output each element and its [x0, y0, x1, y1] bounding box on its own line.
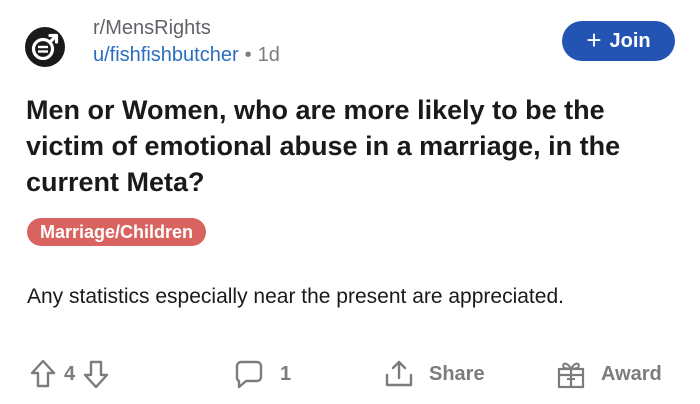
share-icon [383, 358, 415, 390]
comment-count: 1 [280, 362, 292, 385]
share-button[interactable]: Share [383, 357, 485, 391]
post-body: Any statistics especially near the prese… [27, 285, 564, 308]
vote-group: 4 [30, 357, 109, 391]
gift-award-icon [555, 358, 587, 390]
join-button[interactable]: + Join [562, 21, 675, 61]
author-username[interactable]: u/fishfishbutcher [93, 44, 239, 66]
share-label: Share [429, 362, 485, 385]
subreddit-avatar-icon[interactable] [25, 27, 65, 67]
post-header: r/MensRights u/fishfishbutcher • 1d + Join [25, 13, 675, 73]
post-flair[interactable]: Marriage/Children [27, 218, 207, 246]
post-author-line: u/fishfishbutcher • 1d [93, 42, 280, 68]
downvote-arrow-icon[interactable] [83, 359, 109, 389]
post-age: 1d [257, 44, 280, 66]
award-button[interactable]: Award [555, 357, 662, 391]
vote-count: 4 [64, 362, 76, 385]
join-button-label: Join [609, 29, 651, 52]
separator-dot: • [244, 44, 252, 66]
plus-icon: + [586, 24, 602, 55]
subreddit-name[interactable]: r/MensRights [93, 16, 280, 40]
comments-button[interactable]: 1 [234, 357, 291, 391]
post-actions-bar: 4 1 Share Award [30, 357, 675, 391]
award-label: Award [601, 362, 662, 385]
upvote-arrow-icon[interactable] [30, 359, 56, 389]
comment-bubble-icon [234, 359, 264, 389]
post-title[interactable]: Men or Women, who are more likely to be … [26, 92, 666, 200]
post-meta: r/MensRights u/fishfishbutcher • 1d [93, 16, 280, 68]
